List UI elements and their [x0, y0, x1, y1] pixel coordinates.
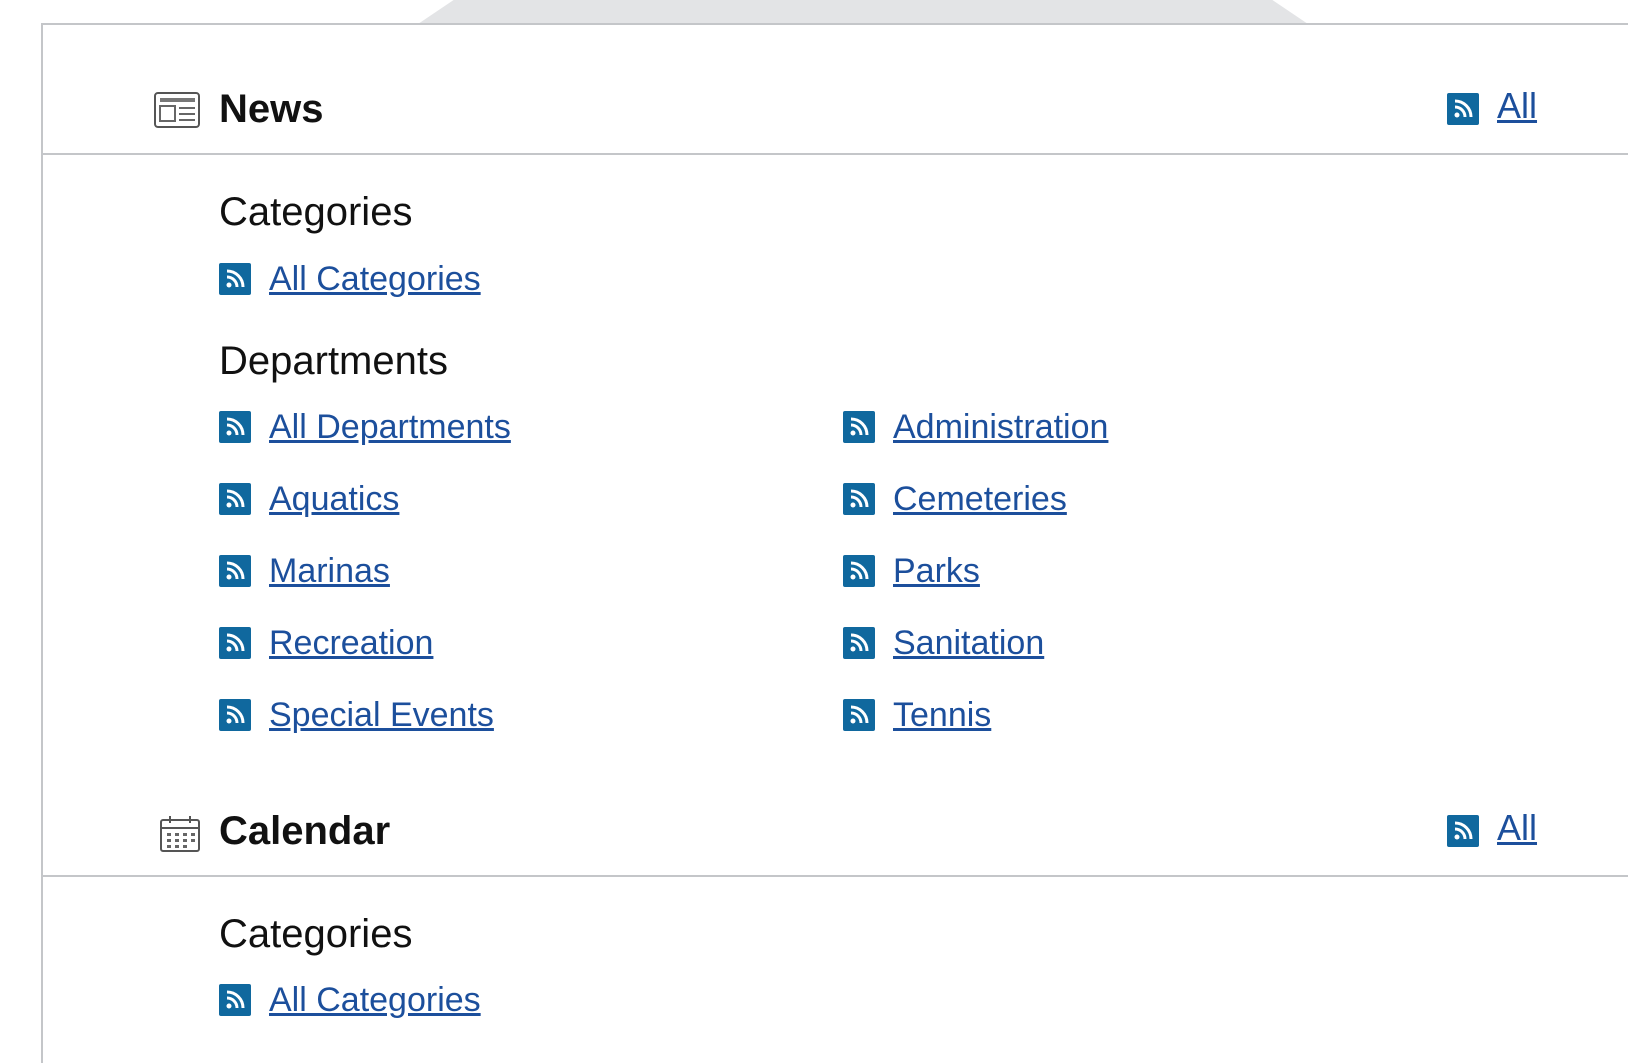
news-feed-item[interactable]: Parks [843, 551, 980, 591]
feed-link-all-departments[interactable]: All Departments [269, 408, 511, 447]
rss-feeds-panel: News All Categories All Categories Depar… [41, 23, 1628, 1063]
news-feed-item[interactable]: Tennis [843, 695, 991, 735]
feed-link-recreation[interactable]: Recreation [269, 624, 433, 663]
newspaper-icon [153, 91, 203, 131]
rss-icon [219, 411, 251, 443]
rss-icon [843, 555, 875, 587]
calendar-section-header: Calendar All [43, 747, 1628, 877]
news-feed-item[interactable]: Marinas [219, 551, 390, 591]
rss-icon [843, 411, 875, 443]
rss-icon [219, 699, 251, 731]
feed-link-all-categories[interactable]: All Categories [269, 260, 481, 299]
rss-icon [843, 699, 875, 731]
rss-icon [219, 555, 251, 587]
rss-icon [843, 627, 875, 659]
rss-icon[interactable] [1447, 93, 1479, 125]
rss-icon [219, 263, 251, 295]
news-feed-item[interactable]: Special Events [219, 695, 494, 735]
feed-link-calendar-all-categories[interactable]: All Categories [269, 981, 481, 1020]
calendar-feed-item[interactable]: All Categories [219, 980, 481, 1020]
news-feed-item[interactable]: Sanitation [843, 623, 1044, 663]
feed-link-marinas[interactable]: Marinas [269, 552, 390, 591]
feed-link-parks[interactable]: Parks [893, 552, 980, 591]
rss-icon [843, 483, 875, 515]
calendar-all-feed-link[interactable]: All [1497, 807, 1537, 849]
news-categories-heading: Categories [219, 190, 413, 234]
feed-link-sanitation[interactable]: Sanitation [893, 624, 1044, 663]
calendar-title: Calendar [219, 809, 391, 853]
news-title: News [219, 87, 324, 131]
news-departments-heading: Departments [219, 339, 448, 383]
news-feed-item[interactable]: Cemeteries [843, 479, 1067, 519]
feed-link-aquatics[interactable]: Aquatics [269, 480, 399, 519]
feed-link-tennis[interactable]: Tennis [893, 696, 991, 735]
feed-link-cemeteries[interactable]: Cemeteries [893, 480, 1067, 519]
news-all-feed-link[interactable]: All [1497, 85, 1537, 127]
rss-icon[interactable] [1447, 815, 1479, 847]
news-feed-item[interactable]: All Categories [219, 259, 481, 299]
news-feed-item[interactable]: Aquatics [219, 479, 399, 519]
news-feed-item[interactable]: Recreation [219, 623, 433, 663]
news-section-header: News All [43, 25, 1628, 155]
news-feed-item[interactable]: All Departments [219, 407, 511, 447]
feed-link-special-events[interactable]: Special Events [269, 696, 494, 735]
rss-icon [219, 627, 251, 659]
rss-icon [219, 984, 251, 1016]
rss-icon [219, 483, 251, 515]
top-tab [418, 0, 1308, 24]
calendar-categories-heading: Categories [219, 912, 413, 956]
news-feed-item[interactable]: Administration [843, 407, 1108, 447]
calendar-icon [159, 815, 209, 855]
feed-link-administration[interactable]: Administration [893, 408, 1108, 447]
